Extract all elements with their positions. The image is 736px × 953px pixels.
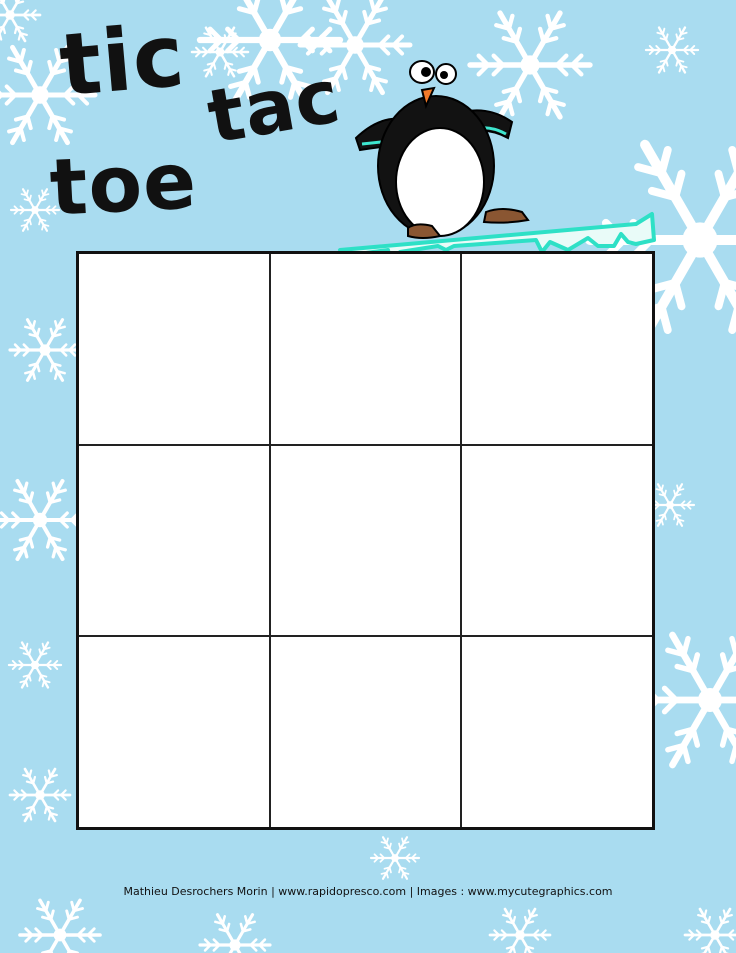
snowflake-icon: [0, 479, 88, 561]
board-cell[interactable]: [270, 636, 461, 827]
board-cell[interactable]: [79, 445, 270, 636]
snowflake-icon: [198, 913, 272, 953]
title-tic: tic: [55, 5, 189, 117]
snowflake-icon: [0, 0, 42, 43]
penguin: [354, 60, 530, 239]
penguin-on-ice-illustration: [338, 60, 656, 272]
board-cell[interactable]: [270, 254, 461, 445]
board-cell[interactable]: [79, 254, 270, 445]
tic-tac-toe-board: [76, 251, 655, 830]
board-cell[interactable]: [461, 445, 652, 636]
snowflake-icon: [18, 898, 102, 953]
footer-credits: Mathieu Desrochers Morin | www.rapidopre…: [123, 885, 613, 898]
snowflake-icon: [7, 641, 63, 689]
snowflake-icon: [683, 907, 736, 953]
board-cell[interactable]: [79, 636, 270, 827]
title-toe: toe: [47, 136, 200, 234]
snowflake-icon: [8, 767, 72, 823]
title-tac: tac: [201, 53, 347, 161]
board-cell[interactable]: [461, 636, 652, 827]
snowflake-icon: [369, 836, 421, 880]
snowflake-icon: [8, 318, 82, 382]
snowflake-icon: [488, 907, 552, 953]
board-cell[interactable]: [461, 254, 652, 445]
board-cell[interactable]: [270, 445, 461, 636]
